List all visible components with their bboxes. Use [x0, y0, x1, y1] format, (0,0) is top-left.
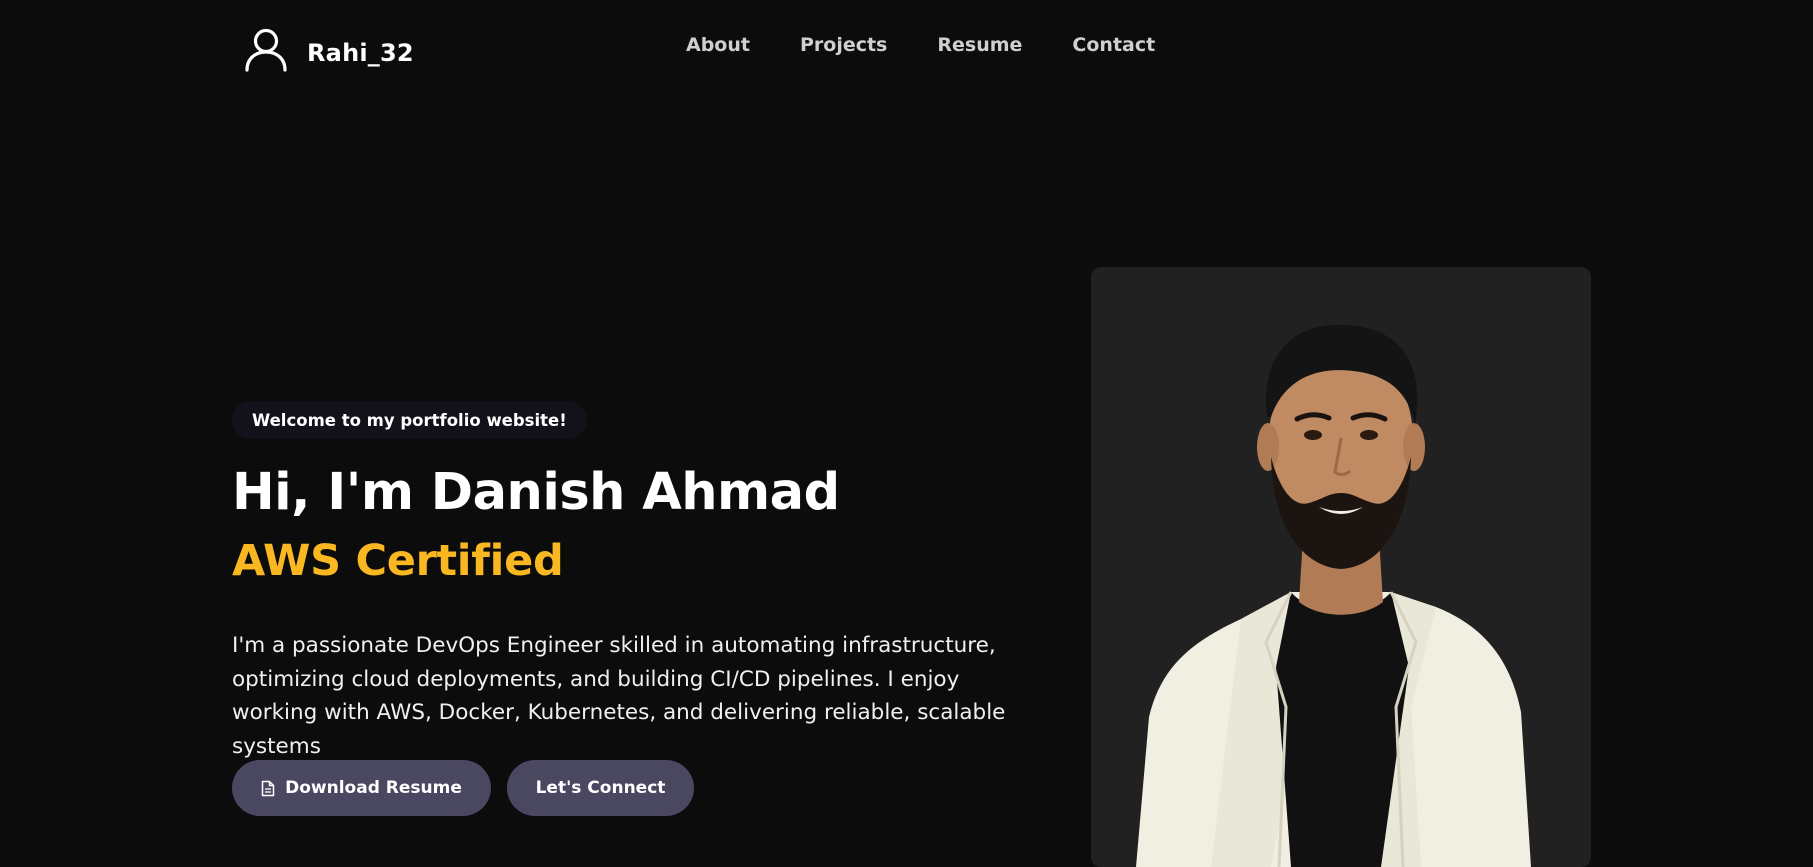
nav-link-resume[interactable]: Resume	[937, 34, 1022, 56]
welcome-badge: Welcome to my portfolio website!	[232, 401, 587, 439]
lets-connect-label: Let's Connect	[535, 778, 666, 798]
nav-link-contact[interactable]: Contact	[1072, 34, 1155, 56]
brand-name: Rahi_32	[307, 39, 414, 67]
document-icon	[261, 780, 275, 797]
download-resume-label: Download Resume	[285, 778, 462, 798]
brand-logo[interactable]: Rahi_32	[243, 24, 414, 74]
profile-photo-card	[1091, 267, 1591, 867]
lets-connect-button[interactable]: Let's Connect	[507, 760, 694, 816]
hero-title: Hi, I'm Danish Ahmad	[232, 463, 840, 522]
download-resume-button[interactable]: Download Resume	[232, 760, 491, 816]
nav-link-projects[interactable]: Projects	[800, 34, 887, 56]
hero-subtitle: AWS Certified	[232, 536, 564, 586]
nav-link-about[interactable]: About	[686, 34, 750, 56]
hero-description: I'm a passionate DevOps Engineer skilled…	[232, 633, 1006, 759]
profile-photo	[1136, 324, 1531, 867]
user-outline-icon	[243, 26, 289, 72]
main-nav: About Projects Resume Contact	[686, 34, 1155, 56]
